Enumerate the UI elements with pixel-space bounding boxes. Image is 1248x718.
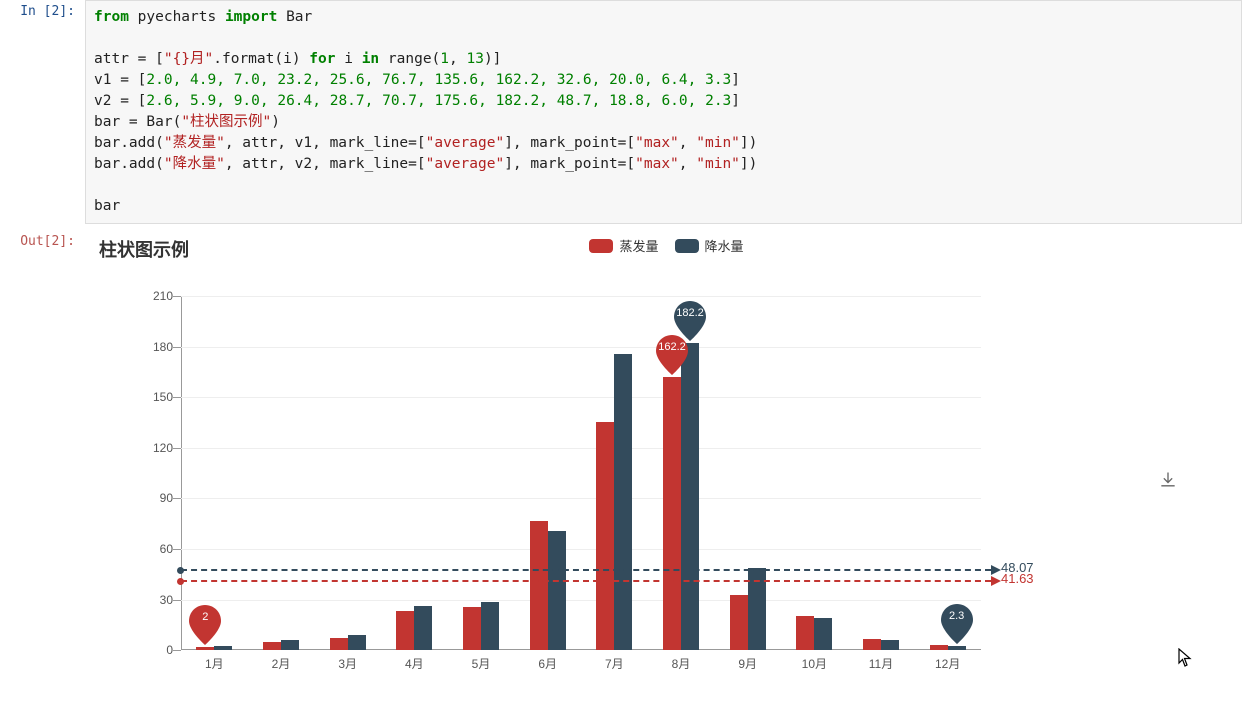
y-tick-label: 120 <box>133 441 173 455</box>
x-tick-label: 4月 <box>405 655 424 672</box>
y-tick-label: 60 <box>133 542 173 556</box>
bar-series2[interactable] <box>481 602 499 650</box>
y-tick-label: 210 <box>133 289 173 303</box>
x-tick-label: 7月 <box>605 655 624 672</box>
x-tick-label: 9月 <box>738 655 757 672</box>
bar-series2[interactable] <box>814 618 832 650</box>
bar-series1[interactable] <box>796 616 814 650</box>
y-tick-label: 30 <box>133 593 173 607</box>
x-tick-label: 1月 <box>205 655 224 672</box>
gridline-h <box>181 600 981 601</box>
legend-swatch-series2 <box>675 239 699 253</box>
y-tick <box>173 600 181 601</box>
legend-label-series2: 降水量 <box>705 236 744 255</box>
bar-series2[interactable] <box>614 354 632 650</box>
bar-series2[interactable] <box>414 606 432 651</box>
x-tick-label: 5月 <box>472 655 491 672</box>
bar-series1[interactable] <box>330 638 348 650</box>
bar-series1[interactable] <box>730 595 748 650</box>
bar-series1[interactable] <box>596 422 614 651</box>
bar-series2[interactable] <box>348 635 366 650</box>
bar-series1[interactable] <box>196 647 214 650</box>
legend-item-series2[interactable]: 降水量 <box>675 236 744 255</box>
mark-point-pin[interactable]: 2.3 <box>939 602 975 646</box>
y-tick <box>173 448 181 449</box>
y-tick-label: 90 <box>133 491 173 505</box>
bar-series2[interactable] <box>548 531 566 650</box>
bar-series1[interactable] <box>396 611 414 650</box>
y-tick <box>173 296 181 297</box>
x-tick-label: 11月 <box>869 655 893 672</box>
bar-series2[interactable] <box>281 640 299 650</box>
x-tick-label: 10月 <box>802 655 827 672</box>
chart-output: 柱状图示例 蒸发量 降水量 03060901201501802 <box>85 230 1248 700</box>
bar-series2[interactable] <box>881 640 899 650</box>
mark-line-average[interactable] <box>181 580 991 582</box>
input-cell: In [2]: from pyecharts import Bar attr =… <box>0 0 1248 230</box>
y-tick-label: 0 <box>133 643 173 657</box>
legend-label-series1: 蒸发量 <box>619 236 658 255</box>
y-tick <box>173 347 181 348</box>
y-tick <box>173 549 181 550</box>
gridline-h <box>181 549 981 550</box>
chart-legend: 蒸发量 降水量 <box>85 236 1248 255</box>
in-prompt: In [2]: <box>0 0 85 224</box>
bar-series1[interactable] <box>263 642 281 650</box>
download-icon[interactable] <box>1158 470 1178 490</box>
bar-series2[interactable] <box>681 343 699 650</box>
gridline-h <box>181 498 981 499</box>
mark-point-pin[interactable]: 2 <box>187 603 223 647</box>
bar-series1[interactable] <box>463 607 481 650</box>
plot-area[interactable]: 03060901201501802101月2月3月4月5月6月7月8月9月10月… <box>181 296 981 650</box>
x-axis <box>181 649 981 650</box>
mark-point-pin[interactable]: 182.2 <box>672 299 708 343</box>
x-tick-label: 6月 <box>538 655 557 672</box>
y-tick <box>173 498 181 499</box>
y-tick <box>173 650 181 651</box>
gridline-h <box>181 296 981 297</box>
legend-swatch-series1 <box>589 239 613 253</box>
mark-line-label: 41.63 <box>1001 571 1034 586</box>
x-tick-label: 2月 <box>272 655 291 672</box>
bar-series1[interactable] <box>863 639 881 650</box>
y-tick <box>173 397 181 398</box>
bar-series1[interactable] <box>530 521 548 650</box>
y-tick-label: 180 <box>133 340 173 354</box>
out-prompt: Out[2]: <box>0 230 85 700</box>
x-tick-label: 3月 <box>338 655 357 672</box>
gridline-h <box>181 448 981 449</box>
mark-line-average[interactable] <box>181 569 991 571</box>
x-tick-label: 12月 <box>935 655 960 672</box>
gridline-h <box>181 347 981 348</box>
gridline-h <box>181 397 981 398</box>
bar-series2[interactable] <box>948 646 966 650</box>
y-axis <box>181 296 182 650</box>
x-tick-label: 8月 <box>672 655 691 672</box>
legend-item-series1[interactable]: 蒸发量 <box>589 236 658 255</box>
output-cell: Out[2]: 柱状图示例 蒸发量 降水量 <box>0 230 1248 706</box>
code-input[interactable]: from pyecharts import Bar attr = ["{}月".… <box>85 0 1242 224</box>
bar-series1[interactable] <box>663 377 681 650</box>
mouse-cursor-icon <box>1178 648 1192 668</box>
y-tick-label: 150 <box>133 390 173 404</box>
